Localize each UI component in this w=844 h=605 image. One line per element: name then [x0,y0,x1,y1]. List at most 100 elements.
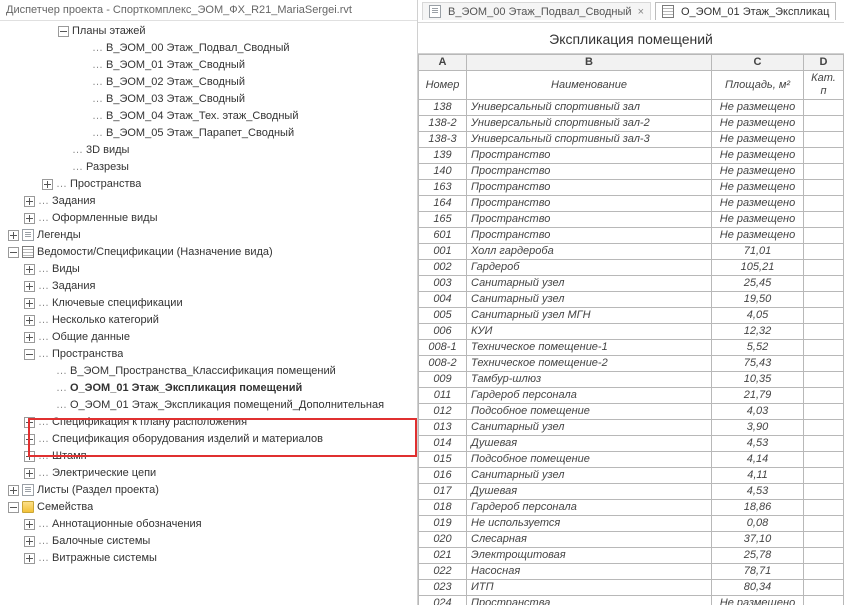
table-row[interactable]: 012Подсобное помещение4,03 [419,404,844,420]
tree-item[interactable]: …Общие данные [0,329,417,346]
cell[interactable] [804,260,844,276]
cell[interactable]: Не размещено [712,132,804,148]
cell[interactable]: 138 [419,100,467,116]
tree-item[interactable]: …О_ЭОМ_01 Этаж_Экспликация помещений_Доп… [0,397,417,414]
cell[interactable]: 21,79 [712,388,804,404]
table-row[interactable]: 015Подсобное помещение4,14 [419,452,844,468]
cell[interactable]: 017 [419,484,467,500]
cell[interactable]: Пространство [467,228,712,244]
table-row[interactable]: 023ИТП80,34 [419,580,844,596]
col-letter[interactable]: C [712,55,804,71]
tree-item[interactable]: …Пространства [0,176,417,193]
tree-item[interactable]: …Спецификация к плану расположения [0,414,417,431]
cell[interactable]: 014 [419,436,467,452]
expander-icon[interactable] [24,553,35,564]
cell[interactable]: 4,11 [712,468,804,484]
expander-icon[interactable] [8,230,19,241]
tree-item[interactable]: …Штамп [0,448,417,465]
table-row[interactable]: 601ПространствоНе размещено [419,228,844,244]
expander-icon[interactable] [58,26,69,37]
cell[interactable]: 25,45 [712,276,804,292]
cell[interactable]: Пространство [467,148,712,164]
table-row[interactable]: 163ПространствоНе размещено [419,180,844,196]
cell[interactable]: Техническое помещение-1 [467,340,712,356]
cell[interactable]: 022 [419,564,467,580]
tree-item[interactable]: Планы этажей [0,23,417,40]
expander-icon[interactable] [8,247,19,258]
table-row[interactable]: 019Не используется0,08 [419,516,844,532]
col-letter[interactable]: A [419,55,467,71]
tab-inactive[interactable]: В_ЭОМ_00 Этаж_Подвал_Сводный × [422,2,651,20]
cell[interactable]: 601 [419,228,467,244]
cell[interactable]: 138-2 [419,116,467,132]
cell[interactable] [804,292,844,308]
tree-item[interactable]: …В_ЭОМ_02 Этаж_Сводный [0,74,417,91]
cell[interactable]: Не размещено [712,116,804,132]
expander-icon[interactable] [24,264,35,275]
cell[interactable] [804,324,844,340]
cell[interactable]: Универсальный спортивный зал-2 [467,116,712,132]
expander-icon[interactable] [8,502,19,513]
cell[interactable]: 021 [419,548,467,564]
cell[interactable]: 138-3 [419,132,467,148]
table-row[interactable]: 004Санитарный узел19,50 [419,292,844,308]
cell[interactable] [804,484,844,500]
cell[interactable] [804,180,844,196]
tree-item[interactable]: …Ключевые спецификации [0,295,417,312]
cell[interactable]: 4,14 [712,452,804,468]
cell[interactable]: 37,10 [712,532,804,548]
cell[interactable]: Техническое помещение-2 [467,356,712,372]
cell[interactable]: Пространства [467,596,712,605]
cell[interactable]: 139 [419,148,467,164]
table-row[interactable]: 138Универсальный спортивный залНе размещ… [419,100,844,116]
tree-item[interactable]: Семейства [0,499,417,516]
cell[interactable]: 19,50 [712,292,804,308]
cell[interactable]: Не размещено [712,596,804,605]
expander-icon[interactable] [24,281,35,292]
cell[interactable]: Санитарный узел МГН [467,308,712,324]
expander-icon[interactable] [24,213,35,224]
cell[interactable] [804,532,844,548]
table-row[interactable]: 024ПространстваНе размещено [419,596,844,605]
tree-item[interactable]: …В_ЭОМ_03 Этаж_Сводный [0,91,417,108]
cell[interactable]: 020 [419,532,467,548]
cell[interactable]: Подсобное помещение [467,404,712,420]
cell[interactable] [804,308,844,324]
tree-item[interactable]: …Задания [0,278,417,295]
cell[interactable] [804,148,844,164]
cell[interactable]: 005 [419,308,467,324]
expander-icon[interactable] [24,519,35,530]
tree-item[interactable]: …В_ЭОМ_01 Этаж_Сводный [0,57,417,74]
cell[interactable] [804,452,844,468]
cell[interactable]: Насосная [467,564,712,580]
col-header[interactable]: Площадь, м² [712,71,804,100]
tree-item[interactable]: …О_ЭОМ_01 Этаж_Экспликация помещений [0,380,417,397]
table-row[interactable]: 016Санитарный узел4,11 [419,468,844,484]
table-row[interactable]: 003Санитарный узел25,45 [419,276,844,292]
cell[interactable] [804,388,844,404]
cell[interactable]: Гардероб [467,260,712,276]
cell[interactable] [804,580,844,596]
table-row[interactable]: 009Тамбур-шлюз10,35 [419,372,844,388]
cell[interactable]: Не размещено [712,148,804,164]
cell[interactable] [804,116,844,132]
cell[interactable] [804,500,844,516]
cell[interactable] [804,404,844,420]
cell[interactable] [804,212,844,228]
cell[interactable] [804,436,844,452]
cell[interactable]: Пространство [467,212,712,228]
table-row[interactable]: 017Душевая4,53 [419,484,844,500]
col-header[interactable]: Наименование [467,71,712,100]
table-row[interactable]: 008-2Техническое помещение-275,43 [419,356,844,372]
expander-icon[interactable] [24,332,35,343]
cell[interactable]: Пространство [467,196,712,212]
cell[interactable]: 0,08 [712,516,804,532]
cell[interactable]: 5,52 [712,340,804,356]
project-browser-tree[interactable]: Планы этажей…В_ЭОМ_00 Этаж_Подвал_Сводны… [0,21,417,569]
cell[interactable]: Душевая [467,436,712,452]
cell[interactable] [804,196,844,212]
tree-item[interactable]: …Балочные системы [0,533,417,550]
close-icon[interactable]: × [638,6,644,18]
cell[interactable]: Подсобное помещение [467,452,712,468]
col-letter[interactable]: D [804,55,844,71]
